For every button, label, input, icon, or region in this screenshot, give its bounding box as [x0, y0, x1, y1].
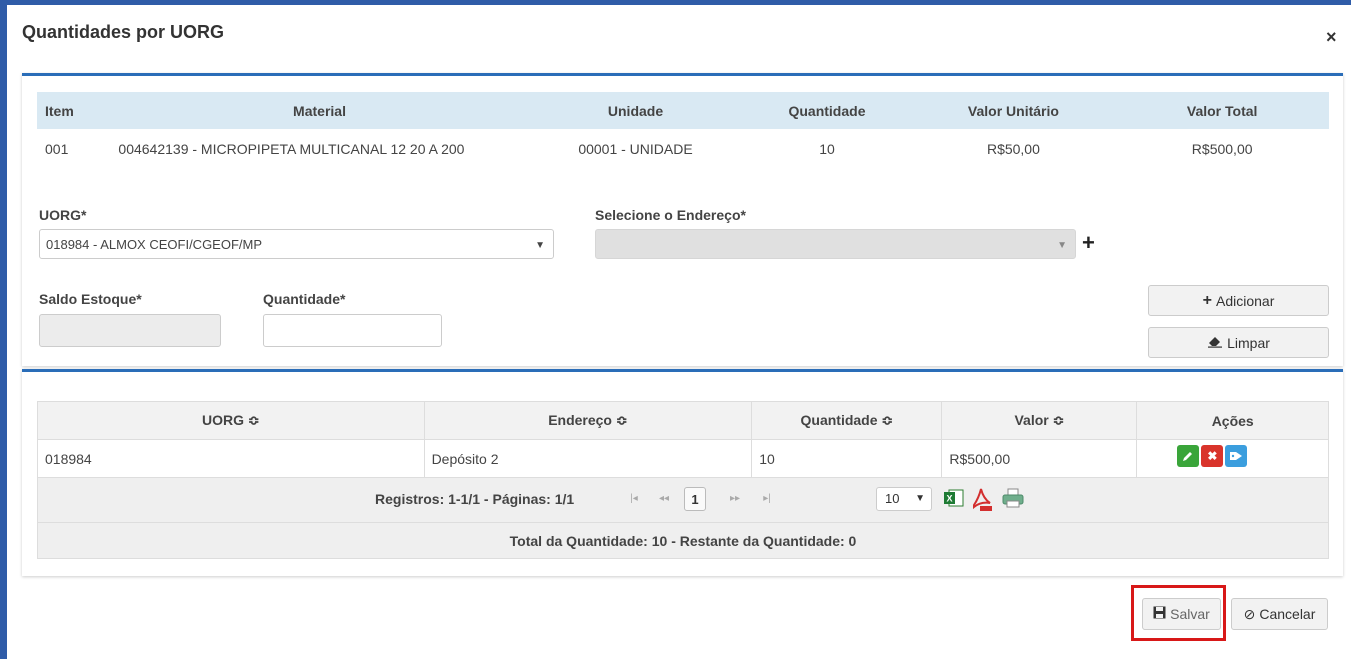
grid-cell-valor: R$500,00 [941, 439, 1138, 478]
pagination-info: Registros: 1-1/1 - Páginas: 1/1 [375, 491, 575, 507]
header-unidade: Unidade [528, 92, 743, 129]
table-row: 018984 Depósito 2 10 R$500,00 ✖ [37, 439, 1329, 478]
add-endereco-icon[interactable]: + [1082, 232, 1095, 254]
grid-header-row: UORG ≎ Endereço ≎ Quantidade ≎ Valor ≎ A… [37, 401, 1329, 440]
chevron-down-icon: ▼ [535, 240, 545, 251]
pagination-bar: Registros: 1-1/1 - Páginas: 1/1 |◂ ◂◂ 1 … [37, 477, 1329, 523]
dialog-title: Quantidades por UORG [22, 22, 225, 42]
prev-page-button[interactable]: ◂◂ [650, 487, 678, 511]
chevron-down-icon: ▼ [915, 493, 925, 504]
saldo-estoque-input [39, 314, 221, 347]
current-page-button[interactable]: 1 [684, 487, 706, 511]
header-quantidade: Quantidade [742, 92, 912, 129]
adicionar-button[interactable]: + Adicionar [1148, 285, 1329, 316]
limpar-label: Limpar [1227, 334, 1270, 351]
next-page-button[interactable]: ▸▸ [721, 487, 749, 511]
close-icon[interactable]: × [1326, 28, 1337, 46]
uorg-select-value: 018984 - ALMOX CEOFI/CGEOF/MP [46, 237, 263, 252]
header-material: Material [110, 92, 529, 129]
endereco-select[interactable]: ▼ [595, 229, 1076, 259]
item-row: 001 004642139 - MICROPIPETA MULTICANAL 1… [37, 129, 1329, 169]
tag-icon[interactable] [1225, 445, 1248, 467]
cancelar-button[interactable]: ⊘ Cancelar [1231, 598, 1328, 630]
per-page-value: 10 [885, 491, 900, 506]
cancel-circle-icon: ⊘ [1243, 605, 1256, 622]
grid-header-valor[interactable]: Valor ≎ [941, 401, 1138, 440]
quantidade-input[interactable] [263, 314, 442, 347]
item-valor-total: R$500,00 [1191, 141, 1253, 157]
item-table: Item Material Unidade Quantidade Valor U… [37, 92, 1329, 169]
uorg-grid-panel: UORG ≎ Endereço ≎ Quantidade ≎ Valor ≎ A… [22, 369, 1343, 576]
plus-icon: + [1202, 291, 1212, 309]
last-page-button[interactable]: ▸| [753, 487, 781, 511]
header-valor-unitario: Valor Unitário [911, 92, 1116, 129]
grid-header-quantidade[interactable]: Quantidade ≎ [751, 401, 943, 440]
grid-cell-acoes: ✖ [1136, 439, 1329, 478]
grid-header-acoes: Ações [1136, 401, 1329, 440]
pdf-icon[interactable] [970, 487, 992, 511]
per-page-select[interactable]: 10 ▼ [876, 487, 932, 511]
uorg-select[interactable]: 018984 - ALMOX CEOFI/CGEOF/MP ▼ [39, 229, 554, 259]
grid-cell-quantidade: 10 [751, 439, 943, 478]
uorg-label: UORG* [39, 207, 87, 223]
item-material: 004642139 - MICROPIPETA MULTICANAL 12 20… [118, 141, 465, 157]
endereco-label: Selecione o Endereço* [595, 207, 746, 223]
excel-icon[interactable]: X [943, 487, 965, 511]
item-form-panel: Item Material Unidade Quantidade Valor U… [22, 73, 1343, 366]
chevron-down-icon: ▼ [1057, 240, 1067, 251]
print-icon[interactable] [1001, 487, 1024, 511]
item-unidade: 00001 - UNIDADE [578, 141, 693, 157]
saldo-estoque-label: Saldo Estoque* [39, 291, 142, 307]
item-valor-unitario: R$50,00 [986, 141, 1040, 157]
grid-cell-endereco: Depósito 2 [423, 439, 753, 478]
uorg-grid-table: UORG ≎ Endereço ≎ Quantidade ≎ Valor ≎ A… [37, 401, 1329, 478]
highlight-box [1131, 585, 1226, 641]
limpar-button[interactable]: Limpar [1148, 327, 1329, 358]
first-page-button[interactable]: |◂ [620, 487, 648, 511]
quantidade-label: Quantidade* [263, 291, 346, 307]
grid-header-endereco[interactable]: Endereço ≎ [423, 401, 753, 440]
window-left-border [0, 0, 7, 659]
svg-text:X: X [946, 494, 952, 504]
cancelar-label: Cancelar [1259, 606, 1316, 622]
eraser-icon [1207, 334, 1223, 351]
delete-icon[interactable]: ✖ [1201, 445, 1224, 467]
totals-summary: Total da Quantidade: 10 - Restante da Qu… [37, 523, 1329, 559]
adicionar-label: Adicionar [1215, 292, 1275, 309]
item-quantidade: 10 [819, 141, 835, 157]
item-table-header-row: Item Material Unidade Quantidade Valor U… [37, 92, 1329, 129]
header-valor-total: Valor Total [1115, 92, 1329, 129]
edit-icon[interactable] [1177, 445, 1200, 467]
item-number: 001 [45, 141, 69, 157]
header-item: Item [37, 92, 111, 129]
window-top-border [0, 0, 1351, 5]
grid-cell-uorg: 018984 [37, 439, 425, 478]
grid-header-uorg[interactable]: UORG ≎ [37, 401, 425, 440]
